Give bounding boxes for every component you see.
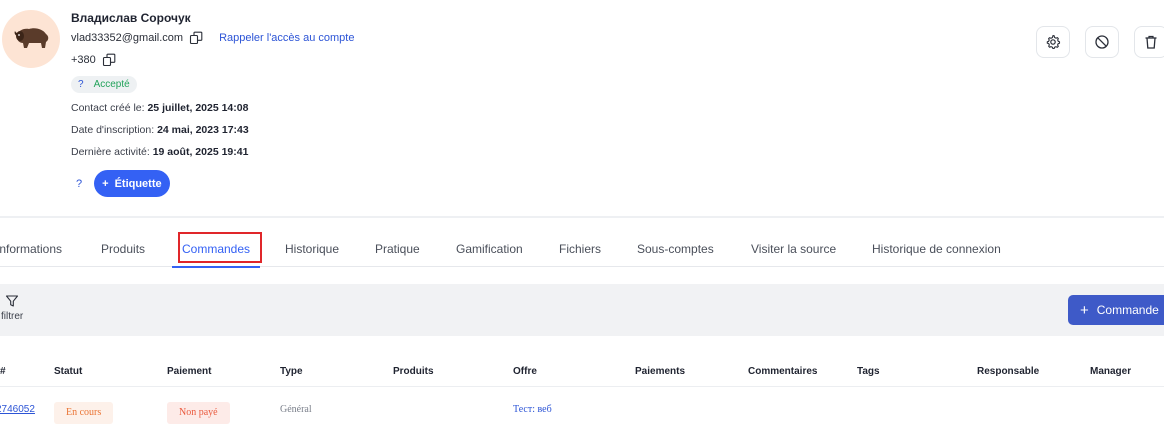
column-header-payments: Paiements [635,366,686,377]
order-type: Général [280,404,312,415]
add-tag-button[interactable]: + Étiquette [94,170,170,197]
tab-sous-comptes[interactable]: Sous-comptes [637,231,714,267]
trash-icon [1145,35,1157,49]
column-header-responsible: Responsable [977,366,1040,377]
last-activity-date: Dernière activité: 19 août, 2025 19:41 [71,145,354,159]
add-tag-label: Étiquette [114,177,162,190]
last-activity-label: Dernière activité: [71,146,150,158]
column-header-offer: Offre [513,366,537,377]
header-divider [0,216,1164,218]
status-badge[interactable]: ? Accepté [71,76,137,93]
column-header-tags: Tags [857,366,880,377]
filter-bar: filtrer [0,284,1164,336]
filter-label: filtrer [1,311,24,322]
column-header-payment: Paiement [167,366,212,377]
tag-row: ? + Étiquette [71,170,354,197]
status-badge: En cours [54,402,114,424]
tab-fichiers[interactable]: Fichiers [559,231,601,267]
column-header-comments: Commentaires [748,366,818,377]
profile-info: Владислав Сорочук vlad33352@gmail.com Ra… [71,10,354,197]
registered-label: Date d'inscription: [71,124,155,136]
plus-icon: + [102,177,109,190]
column-header-products: Produits [393,366,434,377]
payment-badge: Non payé [167,402,230,424]
order-id-link[interactable]: 2746052 [0,404,35,415]
contact-phone: +380 [71,54,96,66]
block-button[interactable] [1085,26,1119,58]
avatar [2,10,60,68]
tab-historique[interactable]: Historique [285,231,339,267]
created-value: 25 juillet, 2025 14:08 [147,102,249,114]
email-row: vlad33352@gmail.com Rappeler l'accès au … [71,30,354,46]
created-label: Contact créé le: [71,102,145,114]
copy-icon[interactable] [189,31,203,45]
help-icon: ? [78,79,84,90]
offer-link[interactable]: Тест: веб [513,404,552,415]
table-header-divider [0,386,1164,387]
tab-bar: Informations Produits Commandes Historiq… [0,231,1164,268]
filter-icon [6,295,19,307]
column-header-manager: Manager [1090,366,1132,377]
created-date: Contact créé le: 25 juillet, 2025 14:08 [71,101,354,115]
tab-produits[interactable]: Produits [101,231,145,267]
column-header-status: Statut [54,366,83,377]
bison-icon [14,28,49,48]
column-header-type: Type [280,366,303,377]
tab-informations[interactable]: Informations [0,231,62,267]
tab-visiter-la-source[interactable]: Visiter la source [751,231,836,267]
tab-pratique[interactable]: Pratique [375,231,420,267]
registered-value: 24 mai, 2023 17:43 [157,124,249,136]
block-icon [1095,35,1109,49]
restore-access-link[interactable]: Rappeler l'accès au compte [219,32,354,44]
help-icon[interactable]: ? [76,178,82,190]
tab-gamification[interactable]: Gamification [456,231,523,267]
settings-button[interactable] [1036,26,1070,58]
column-header-id: # [0,366,6,377]
last-activity-value: 19 août, 2025 19:41 [152,146,249,158]
tab-commandes[interactable]: Commandes [171,231,261,268]
filter-button[interactable]: filtrer [1,294,23,322]
tab-historique-de-connexion[interactable]: Historique de connexion [872,231,1001,267]
add-order-button[interactable]: + Commande [1068,295,1164,325]
delete-button[interactable] [1134,26,1164,58]
plus-icon: + [1080,301,1089,319]
add-order-label: Commande [1096,303,1159,317]
contact-email: vlad33352@gmail.com [71,32,184,44]
copy-icon[interactable] [102,53,116,67]
registration-date: Date d'inscription: 24 mai, 2023 17:43 [71,123,354,137]
status-badge-label: Accepté [93,79,130,90]
contact-name: Владислав Сорочук [71,11,191,25]
phone-row: +380 [71,52,354,68]
gear-icon [1046,34,1061,50]
